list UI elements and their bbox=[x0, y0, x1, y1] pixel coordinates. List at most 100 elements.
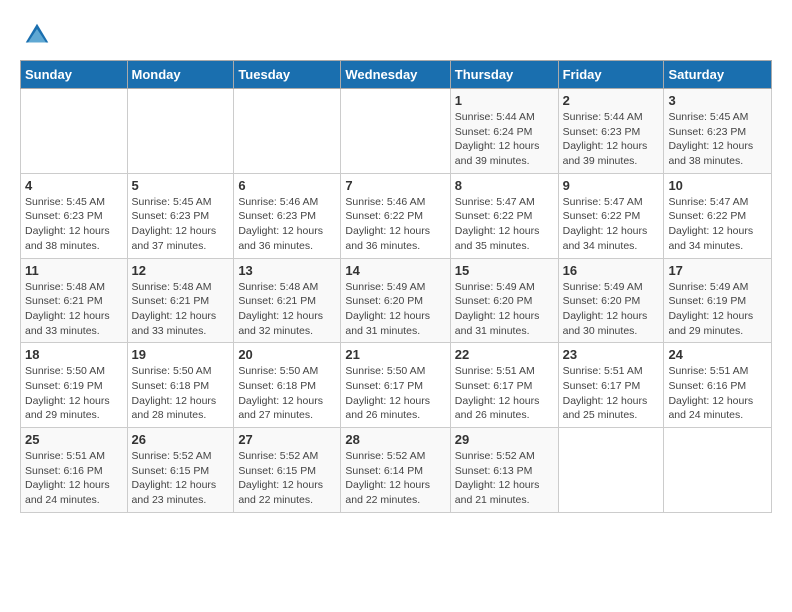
day-number: 27 bbox=[238, 432, 336, 447]
day-detail: Sunrise: 5:45 AMSunset: 6:23 PMDaylight:… bbox=[132, 195, 230, 254]
calendar-cell: 28 Sunrise: 5:52 AMSunset: 6:14 PMDayligh… bbox=[341, 428, 450, 513]
header-saturday: Saturday bbox=[664, 61, 772, 89]
day-detail: Sunrise: 5:46 AMSunset: 6:22 PMDaylight:… bbox=[345, 195, 445, 254]
day-detail: Sunrise: 5:47 AMSunset: 6:22 PMDaylight:… bbox=[563, 195, 660, 254]
calendar-cell: 1Sunrise: 5:44 AMSunset: 6:24 PMDaylight… bbox=[450, 89, 558, 174]
day-detail: Sunrise: 5:45 AMSunset: 6:23 PMDaylight:… bbox=[25, 195, 123, 254]
header-wednesday: Wednesday bbox=[341, 61, 450, 89]
calendar-cell: 23 Sunrise: 5:51 AMSunset: 6:17 PMDayligh… bbox=[558, 343, 664, 428]
logo-icon bbox=[22, 20, 52, 50]
calendar-cell: 20 Sunrise: 5:50 AMSunset: 6:18 PMDayligh… bbox=[234, 343, 341, 428]
day-detail: Sunrise: 5:46 AMSunset: 6:23 PMDaylight:… bbox=[238, 195, 336, 254]
week-row-2: 11 Sunrise: 5:48 AMSunset: 6:21 PMDayligh… bbox=[21, 258, 772, 343]
day-number: 15 bbox=[455, 263, 554, 278]
calendar-cell: 10Sunrise: 5:47 AMSunset: 6:22 PMDayligh… bbox=[664, 173, 772, 258]
day-detail: Sunrise: 5:48 AMSunset: 6:21 PMDaylight:… bbox=[132, 280, 230, 339]
day-detail: Sunrise: 5:49 AMSunset: 6:20 PMDaylight:… bbox=[563, 280, 660, 339]
day-number: 14 bbox=[345, 263, 445, 278]
day-detail: Sunrise: 5:52 AMSunset: 6:13 PMDaylight:… bbox=[455, 449, 554, 508]
day-number: 2 bbox=[563, 93, 660, 108]
day-detail: Sunrise: 5:48 AMSunset: 6:21 PMDaylight:… bbox=[238, 280, 336, 339]
day-detail: Sunrise: 5:47 AMSunset: 6:22 PMDaylight:… bbox=[668, 195, 767, 254]
day-detail: Sunrise: 5:49 AMSunset: 6:20 PMDaylight:… bbox=[455, 280, 554, 339]
calendar-cell: 26Sunrise: 5:52 AMSunset: 6:15 PMDayligh… bbox=[127, 428, 234, 513]
calendar-cell: 14 Sunrise: 5:49 AMSunset: 6:20 PMDayligh… bbox=[341, 258, 450, 343]
day-detail: Sunrise: 5:52 AMSunset: 6:15 PMDaylight:… bbox=[238, 449, 336, 508]
day-detail: Sunrise: 5:49 AMSunset: 6:20 PMDaylight:… bbox=[345, 280, 445, 339]
calendar-cell: 16 Sunrise: 5:49 AMSunset: 6:20 PMDayligh… bbox=[558, 258, 664, 343]
logo bbox=[20, 20, 52, 50]
day-number: 24 bbox=[668, 347, 767, 362]
header-sunday: Sunday bbox=[21, 61, 128, 89]
day-number: 21 bbox=[345, 347, 445, 362]
day-detail: Sunrise: 5:51 AMSunset: 6:16 PMDaylight:… bbox=[25, 449, 123, 508]
header-tuesday: Tuesday bbox=[234, 61, 341, 89]
calendar-cell bbox=[664, 428, 772, 513]
day-detail: Sunrise: 5:45 AMSunset: 6:23 PMDaylight:… bbox=[668, 110, 767, 169]
day-detail: Sunrise: 5:47 AMSunset: 6:22 PMDaylight:… bbox=[455, 195, 554, 254]
calendar-cell: 3 Sunrise: 5:45 AMSunset: 6:23 PMDaylight… bbox=[664, 89, 772, 174]
day-number: 12 bbox=[132, 263, 230, 278]
day-number: 9 bbox=[563, 178, 660, 193]
day-detail: Sunrise: 5:44 AMSunset: 6:24 PMDaylight:… bbox=[455, 110, 554, 169]
day-detail: Sunrise: 5:51 AMSunset: 6:16 PMDaylight:… bbox=[668, 364, 767, 423]
day-number: 6 bbox=[238, 178, 336, 193]
day-detail: Sunrise: 5:51 AMSunset: 6:17 PMDaylight:… bbox=[455, 364, 554, 423]
calendar-cell: 9 Sunrise: 5:47 AMSunset: 6:22 PMDaylight… bbox=[558, 173, 664, 258]
day-number: 8 bbox=[455, 178, 554, 193]
calendar-cell: 29 Sunrise: 5:52 AMSunset: 6:13 PMDayligh… bbox=[450, 428, 558, 513]
day-number: 28 bbox=[345, 432, 445, 447]
day-number: 13 bbox=[238, 263, 336, 278]
header-monday: Monday bbox=[127, 61, 234, 89]
day-number: 29 bbox=[455, 432, 554, 447]
week-row-4: 25 Sunrise: 5:51 AMSunset: 6:16 PMDayligh… bbox=[21, 428, 772, 513]
day-detail: Sunrise: 5:48 AMSunset: 6:21 PMDaylight:… bbox=[25, 280, 123, 339]
calendar-cell bbox=[234, 89, 341, 174]
calendar-cell: 15 Sunrise: 5:49 AMSunset: 6:20 PMDayligh… bbox=[450, 258, 558, 343]
calendar-cell: 5 Sunrise: 5:45 AMSunset: 6:23 PMDaylight… bbox=[127, 173, 234, 258]
day-detail: Sunrise: 5:49 AMSunset: 6:19 PMDaylight:… bbox=[668, 280, 767, 339]
calendar-cell: 18 Sunrise: 5:50 AMSunset: 6:19 PMDayligh… bbox=[21, 343, 128, 428]
calendar-cell: 12 Sunrise: 5:48 AMSunset: 6:21 PMDayligh… bbox=[127, 258, 234, 343]
day-number: 25 bbox=[25, 432, 123, 447]
day-number: 22 bbox=[455, 347, 554, 362]
day-detail: Sunrise: 5:50 AMSunset: 6:19 PMDaylight:… bbox=[25, 364, 123, 423]
day-detail: Sunrise: 5:50 AMSunset: 6:17 PMDaylight:… bbox=[345, 364, 445, 423]
day-number: 4 bbox=[25, 178, 123, 193]
calendar-table: SundayMondayTuesdayWednesdayThursdayFrid… bbox=[20, 60, 772, 513]
day-detail: Sunrise: 5:44 AMSunset: 6:23 PMDaylight:… bbox=[563, 110, 660, 169]
calendar-cell: 25 Sunrise: 5:51 AMSunset: 6:16 PMDayligh… bbox=[21, 428, 128, 513]
day-number: 18 bbox=[25, 347, 123, 362]
calendar-cell: 11 Sunrise: 5:48 AMSunset: 6:21 PMDayligh… bbox=[21, 258, 128, 343]
calendar-cell bbox=[558, 428, 664, 513]
calendar-cell: 19 Sunrise: 5:50 AMSunset: 6:18 PMDayligh… bbox=[127, 343, 234, 428]
day-number: 3 bbox=[668, 93, 767, 108]
header-row: SundayMondayTuesdayWednesdayThursdayFrid… bbox=[21, 61, 772, 89]
day-detail: Sunrise: 5:50 AMSunset: 6:18 PMDaylight:… bbox=[132, 364, 230, 423]
week-row-1: 4 Sunrise: 5:45 AMSunset: 6:23 PMDaylight… bbox=[21, 173, 772, 258]
week-row-3: 18 Sunrise: 5:50 AMSunset: 6:19 PMDayligh… bbox=[21, 343, 772, 428]
calendar-cell: 7 Sunrise: 5:46 AMSunset: 6:22 PMDaylight… bbox=[341, 173, 450, 258]
day-detail: Sunrise: 5:52 AMSunset: 6:14 PMDaylight:… bbox=[345, 449, 445, 508]
day-number: 5 bbox=[132, 178, 230, 193]
calendar-cell bbox=[341, 89, 450, 174]
calendar-cell: 21 Sunrise: 5:50 AMSunset: 6:17 PMDayligh… bbox=[341, 343, 450, 428]
day-number: 11 bbox=[25, 263, 123, 278]
header-friday: Friday bbox=[558, 61, 664, 89]
day-number: 17 bbox=[668, 263, 767, 278]
calendar-cell: 27 Sunrise: 5:52 AMSunset: 6:15 PMDayligh… bbox=[234, 428, 341, 513]
calendar-cell: 22 Sunrise: 5:51 AMSunset: 6:17 PMDayligh… bbox=[450, 343, 558, 428]
day-number: 7 bbox=[345, 178, 445, 193]
calendar-cell bbox=[127, 89, 234, 174]
calendar-cell: 24 Sunrise: 5:51 AMSunset: 6:16 PMDayligh… bbox=[664, 343, 772, 428]
day-number: 16 bbox=[563, 263, 660, 278]
day-detail: Sunrise: 5:50 AMSunset: 6:18 PMDaylight:… bbox=[238, 364, 336, 423]
day-number: 19 bbox=[132, 347, 230, 362]
calendar-cell: 2 Sunrise: 5:44 AMSunset: 6:23 PMDaylight… bbox=[558, 89, 664, 174]
day-detail: Sunrise: 5:52 AMSunset: 6:15 PMDaylight:… bbox=[132, 449, 230, 508]
day-detail: Sunrise: 5:51 AMSunset: 6:17 PMDaylight:… bbox=[563, 364, 660, 423]
calendar-cell bbox=[21, 89, 128, 174]
day-number: 20 bbox=[238, 347, 336, 362]
calendar-cell: 13 Sunrise: 5:48 AMSunset: 6:21 PMDayligh… bbox=[234, 258, 341, 343]
day-number: 23 bbox=[563, 347, 660, 362]
